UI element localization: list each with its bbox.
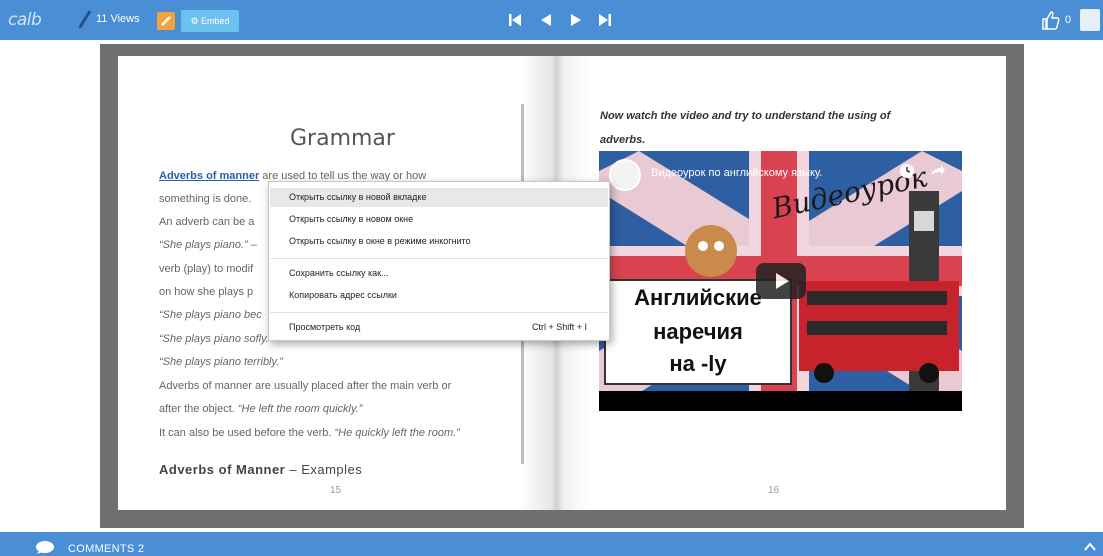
adverbs-of-manner-link[interactable]: Adverbs of manner (159, 170, 259, 182)
video-title[interactable]: Видеоурок по английскому языку. (651, 167, 822, 179)
text-line: An adverb can be a (159, 216, 255, 228)
page-number-left: 15 (330, 485, 342, 496)
video-bottom-bar (599, 391, 962, 411)
menu-item-inspect[interactable]: Просмотреть код (289, 322, 360, 332)
example-sentence: “He quickly left the room.” (334, 427, 460, 439)
instruction-text: Now watch the video and try to understan… (600, 110, 891, 122)
pen-icon (78, 10, 92, 29)
section-heading-rest: – Examples (285, 462, 363, 477)
text-line: something is done. (159, 193, 252, 205)
menu-item-save-link[interactable]: Сохранить ссылку как... (289, 268, 389, 278)
text-line: “She plays piano terribly.” (159, 356, 283, 368)
text-line: Adverbs of manner are usually placed aft… (159, 380, 452, 392)
text-line: It can also be used before the verb. “He… (159, 427, 460, 439)
thumbs-up-icon[interactable] (1040, 9, 1060, 31)
menu-separator (270, 258, 608, 259)
page-number-right: 16 (768, 485, 780, 496)
logo[interactable]: calb (8, 10, 42, 30)
next-page-icon[interactable] (567, 11, 585, 29)
play-button[interactable] (756, 263, 806, 299)
instruction-text-cont: adverbs. (600, 134, 646, 146)
share-icon[interactable] (929, 163, 945, 179)
edit-button[interactable] (157, 12, 175, 30)
page-title: Grammar (290, 126, 395, 151)
context-menu: Открыть ссылку в новой вкладке Открыть с… (268, 181, 610, 341)
section-heading-bold: Adverbs of Manner (159, 462, 286, 477)
text-line: on how she plays p (159, 286, 254, 298)
section-heading: Adverbs of Manner – Examples (159, 462, 362, 477)
text-line: after the object. “He left the room quic… (159, 403, 362, 415)
profile-icon[interactable] (1080, 9, 1100, 31)
example-sentence: “He left the room quickly.” (237, 403, 363, 415)
inspect-shortcut: Ctrl + Shift + I (531, 322, 587, 332)
comments-toggle[interactable]: COMMENTS 2 (68, 543, 144, 555)
views-count: 11 Views (96, 13, 140, 25)
first-page-icon[interactable] (506, 11, 524, 29)
text-span: It can also be used before the verb. (159, 427, 335, 439)
last-page-icon[interactable] (596, 11, 614, 29)
menu-item-open-new-tab[interactable]: Открыть ссылку в новой вкладке (289, 192, 426, 202)
prev-page-icon[interactable] (537, 11, 555, 29)
pencil-icon (161, 16, 171, 26)
card-line: на -ly (669, 351, 727, 376)
text-line: “She plays piano.” – (159, 239, 257, 251)
like-count: 0 (1065, 14, 1072, 26)
video-player[interactable]: Видеоурок по английскому языку. Видеоуро… (599, 151, 962, 411)
channel-avatar[interactable] (609, 159, 641, 191)
text-line: “She plays piano sofly. (159, 333, 269, 345)
menu-item-copy-link[interactable]: Копировать адрес ссылки (289, 290, 397, 300)
text-span: after the object. (159, 403, 238, 415)
menu-item-open-new-window[interactable]: Открыть ссылку в новом окне (289, 214, 413, 224)
menu-item-open-incognito[interactable]: Открыть ссылку в окне в режиме инкогнито (289, 236, 471, 246)
embed-button[interactable]: ⚙ Embed (181, 10, 239, 32)
menu-separator (270, 312, 608, 313)
card-line: наречия (653, 319, 743, 344)
comment-bubble-icon[interactable] (35, 540, 55, 554)
text-line: verb (play) to modif (159, 263, 254, 275)
clock-icon[interactable] (899, 163, 915, 179)
play-icon (776, 273, 789, 289)
bottom-bar (0, 532, 1103, 556)
text-line: “She plays piano bec (159, 309, 262, 321)
chevron-up-icon[interactable] (1083, 540, 1097, 554)
